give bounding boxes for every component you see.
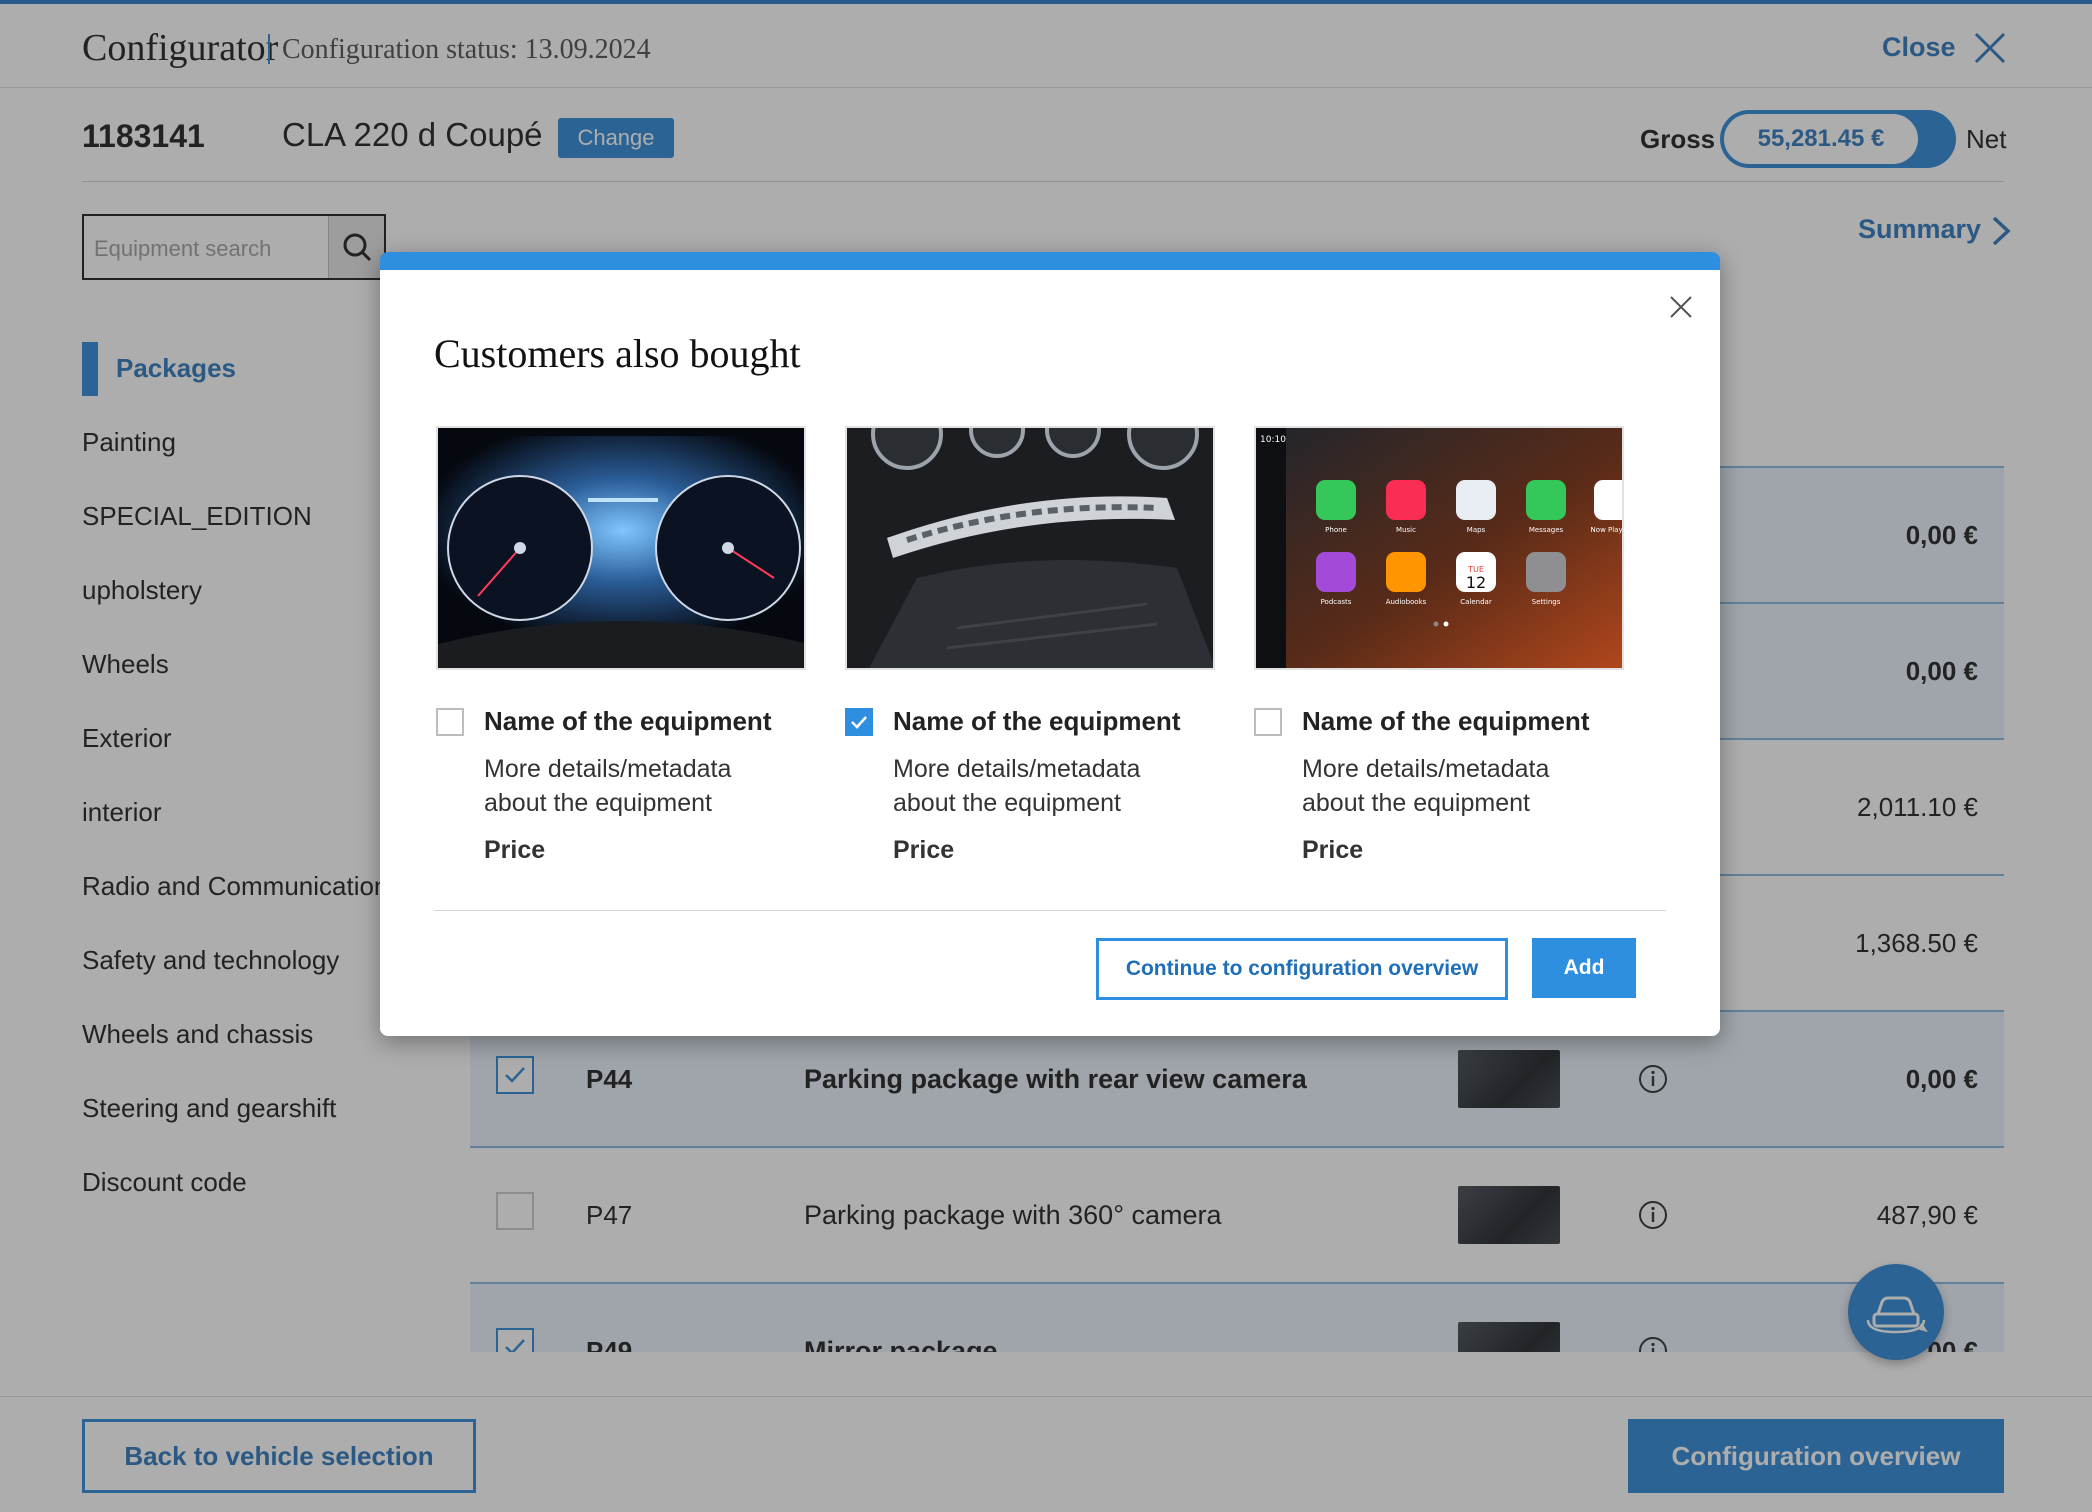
recommendation-card-1: Name of the equipment More details/metad… bbox=[436, 426, 806, 864]
dialog-divider bbox=[434, 910, 1666, 911]
app-label-messages: Messages bbox=[1529, 526, 1564, 534]
customers-also-bought-dialog: Customers also bought Name of the equipm… bbox=[380, 252, 1720, 1036]
card-1-price: Price bbox=[484, 836, 546, 864]
continue-to-configuration-overview-button[interactable]: Continue to configuration overview bbox=[1096, 938, 1508, 1000]
app-label-phone: Phone bbox=[1325, 526, 1347, 534]
recommendation-card-2: Name of the equipment More details/metad… bbox=[845, 426, 1215, 864]
card-3-details: More details/metadata about the equipmen… bbox=[1302, 755, 1550, 817]
equipment-image-smartphone-integration: 10:10 TUE 12 Phone Music Maps Messages N… bbox=[1254, 426, 1624, 670]
app-label-podcasts: Podcasts bbox=[1321, 598, 1352, 606]
card-3-name: Name of the equipment bbox=[1302, 706, 1590, 736]
add-button[interactable]: Add bbox=[1532, 938, 1636, 998]
card-1-details: More details/metadata about the equipmen… bbox=[484, 755, 732, 817]
recommendation-card-3: 10:10 TUE 12 Phone Music Maps Messages N… bbox=[1254, 426, 1624, 864]
app-label-settings: Settings bbox=[1532, 598, 1561, 606]
card-3-checkbox[interactable] bbox=[1254, 708, 1282, 736]
card-3-price: Price bbox=[1302, 836, 1364, 864]
card-1-name: Name of the equipment bbox=[484, 706, 772, 736]
app-label-audiobooks: Audiobooks bbox=[1386, 598, 1427, 606]
card-2-name: Name of the equipment bbox=[893, 706, 1181, 736]
app-label-music: Music bbox=[1396, 526, 1416, 534]
card-2-checkbox[interactable] bbox=[845, 708, 873, 736]
calendar-date: 12 bbox=[1466, 573, 1486, 592]
card-1-checkbox[interactable] bbox=[436, 708, 464, 736]
app-label-maps: Maps bbox=[1467, 526, 1486, 534]
card-2-price: Price bbox=[893, 836, 955, 864]
equipment-image-center-console bbox=[845, 426, 1215, 670]
app-label-calendar: Calendar bbox=[1460, 598, 1492, 606]
card-2-details: More details/metadata about the equipmen… bbox=[893, 755, 1141, 817]
checkmark-icon bbox=[851, 716, 867, 729]
equipment-image-instrument-cluster bbox=[436, 426, 806, 670]
dialog-close-icon[interactable] bbox=[1666, 292, 1696, 322]
dialog-title: Customers also bought bbox=[434, 331, 801, 376]
app-label-now-playing: Now Playing bbox=[1591, 526, 1624, 534]
carplay-time: 10:10 bbox=[1260, 435, 1286, 445]
